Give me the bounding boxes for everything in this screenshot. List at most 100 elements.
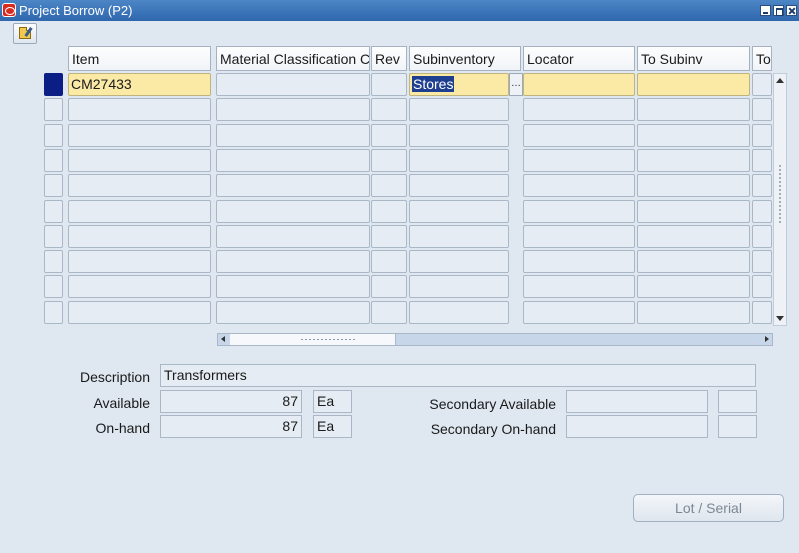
cell-material-class[interactable]: [216, 224, 370, 248]
cell-to-more[interactable]: [752, 224, 772, 248]
cell-item[interactable]: [68, 224, 211, 248]
cell-to-subinv[interactable]: [637, 123, 750, 147]
cell-item[interactable]: [68, 300, 211, 324]
open-folder-button[interactable]: [13, 23, 37, 44]
cell-material-class[interactable]: [216, 199, 370, 223]
cell-to-subinv[interactable]: [637, 73, 750, 96]
cell-rev[interactable]: [371, 224, 407, 248]
column-header-locator[interactable]: Locator: [523, 46, 635, 71]
horizontal-scroll-thumb[interactable]: [230, 334, 396, 345]
cell-to-subinv[interactable]: [637, 174, 750, 198]
cell-locator[interactable]: [523, 174, 635, 198]
cell-locator[interactable]: [523, 98, 635, 122]
scroll-right-icon[interactable]: [765, 336, 769, 342]
record-indicator[interactable]: [44, 275, 63, 299]
cell-subinventory[interactable]: [409, 199, 509, 223]
record-indicator[interactable]: [44, 148, 63, 172]
column-header-subinventory[interactable]: Subinventory: [409, 46, 521, 71]
cell-rev[interactable]: [371, 73, 407, 96]
cell-locator[interactable]: [523, 148, 635, 172]
cell-subinventory[interactable]: [409, 275, 509, 299]
cell-subinventory[interactable]: Stores: [409, 73, 509, 96]
cell-to-subinv[interactable]: [637, 199, 750, 223]
cell-material-class[interactable]: [216, 98, 370, 122]
cell-item[interactable]: [68, 123, 211, 147]
secondary-available-uom-field[interactable]: [718, 390, 757, 413]
cell-to-more[interactable]: [752, 300, 772, 324]
cell-material-class[interactable]: [216, 73, 370, 96]
cell-material-class[interactable]: [216, 123, 370, 147]
cell-locator[interactable]: [523, 250, 635, 274]
record-indicator[interactable]: [44, 199, 63, 223]
column-header-item[interactable]: Item: [68, 46, 211, 71]
cell-to-subinv[interactable]: [637, 98, 750, 122]
record-indicator[interactable]: [44, 250, 63, 274]
cell-material-class[interactable]: [216, 275, 370, 299]
available-field[interactable]: 87: [160, 390, 302, 413]
cell-subinventory[interactable]: [409, 174, 509, 198]
cell-rev[interactable]: [371, 300, 407, 324]
record-indicator[interactable]: [44, 98, 63, 122]
cell-subinventory[interactable]: [409, 148, 509, 172]
column-header-to-subinv[interactable]: To Subinv: [637, 46, 750, 71]
cell-subinventory[interactable]: [409, 250, 509, 274]
cell-rev[interactable]: [371, 250, 407, 274]
cell-to-subinv[interactable]: [637, 300, 750, 324]
cell-to-more[interactable]: [752, 148, 772, 172]
scroll-left-icon[interactable]: [221, 336, 225, 342]
cell-subinventory[interactable]: [409, 224, 509, 248]
secondary-available-field[interactable]: [566, 390, 708, 413]
cell-material-class[interactable]: [216, 174, 370, 198]
description-field[interactable]: Transformers: [160, 364, 756, 387]
cell-locator[interactable]: [523, 199, 635, 223]
secondary-onhand-field[interactable]: [566, 415, 708, 438]
cell-item[interactable]: [68, 199, 211, 223]
lot-serial-button[interactable]: Lot / Serial: [633, 494, 784, 522]
onhand-field[interactable]: 87: [160, 415, 302, 438]
cell-to-subinv[interactable]: [637, 148, 750, 172]
scroll-down-icon[interactable]: [776, 316, 784, 321]
cell-locator[interactable]: [523, 275, 635, 299]
available-uom-field[interactable]: Ea: [313, 390, 352, 413]
cell-to-subinv[interactable]: [637, 224, 750, 248]
record-indicator[interactable]: [44, 73, 63, 96]
record-indicator[interactable]: [44, 224, 63, 248]
cell-material-class[interactable]: [216, 148, 370, 172]
maximize-icon[interactable]: [773, 5, 784, 16]
cell-subinventory[interactable]: [409, 98, 509, 122]
record-indicator[interactable]: [44, 300, 63, 324]
cell-to-more[interactable]: [752, 174, 772, 198]
column-header-material-classification[interactable]: Material Classification C: [216, 46, 370, 71]
cell-item[interactable]: [68, 174, 211, 198]
cell-locator[interactable]: [523, 300, 635, 324]
scroll-up-icon[interactable]: [776, 78, 784, 83]
cell-to-subinv[interactable]: [637, 250, 750, 274]
onhand-uom-field[interactable]: Ea: [313, 415, 352, 438]
cell-to-subinv[interactable]: [637, 275, 750, 299]
cell-material-class[interactable]: [216, 300, 370, 324]
cell-rev[interactable]: [371, 174, 407, 198]
cell-to-more[interactable]: [752, 199, 772, 223]
cell-rev[interactable]: [371, 148, 407, 172]
cell-item[interactable]: [68, 275, 211, 299]
cell-rev[interactable]: [371, 98, 407, 122]
cell-locator[interactable]: [523, 73, 635, 96]
cell-rev[interactable]: [371, 275, 407, 299]
list-of-values-icon[interactable]: …: [509, 73, 523, 96]
column-header-rev[interactable]: Rev: [371, 46, 407, 71]
cell-subinventory[interactable]: [409, 123, 509, 147]
cell-to-more[interactable]: [752, 250, 772, 274]
record-indicator[interactable]: [44, 123, 63, 147]
vertical-scrollbar[interactable]: [773, 73, 787, 326]
cell-to-more[interactable]: [752, 123, 772, 147]
horizontal-scrollbar[interactable]: [217, 333, 773, 346]
cell-rev[interactable]: [371, 199, 407, 223]
cell-locator[interactable]: [523, 224, 635, 248]
cell-rev[interactable]: [371, 123, 407, 147]
cell-item[interactable]: [68, 98, 211, 122]
record-indicator[interactable]: [44, 174, 63, 198]
cell-locator[interactable]: [523, 123, 635, 147]
secondary-onhand-uom-field[interactable]: [718, 415, 757, 438]
column-header-to-more[interactable]: To: [752, 46, 772, 71]
minimize-icon[interactable]: [760, 5, 771, 16]
